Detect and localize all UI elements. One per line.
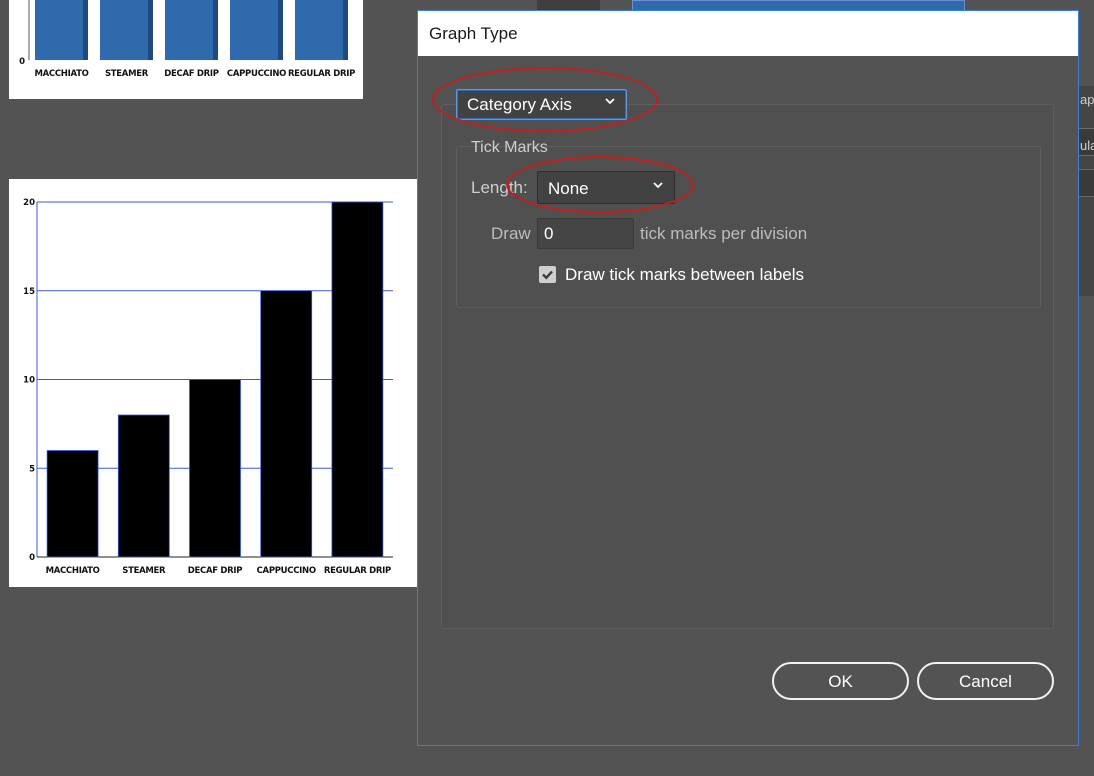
checkmark-icon [542,270,553,280]
draw-label: Draw [491,224,531,243]
panel-edge-text-1: ap [1080,92,1094,107]
annotation-ellipse-length [506,156,694,213]
dialog-title: Graph Type [429,24,518,43]
top-category-label: STEAMER [105,69,149,79]
background-tab [537,0,600,10]
x-category-label: REGULAR DRIP [324,566,391,576]
y-tick-label: 15 [23,287,35,297]
top-bar-shadow [343,0,348,60]
top-bar[interactable] [295,0,348,60]
y-tick-label: 0 [29,553,35,563]
bar[interactable] [189,379,241,558]
x-category-label: STEAMER [122,566,166,576]
top-bar-shadow [213,0,218,60]
x-category-label: MACCHIATO [46,566,100,576]
top-bar-shadow [278,0,283,60]
top-bar-chart: 0 MACCHIATO STEAMER DECAF DRIP CAPPUCCINO REG… [19,0,355,79]
top-category-label: DECAF DRIP [164,69,219,79]
top-bar[interactable] [35,0,88,60]
tick-marks-title: Tick Marks [471,139,548,156]
top-bar[interactable] [165,0,218,60]
draw-between-labels-checkbox[interactable] [539,266,556,283]
top-bar[interactable] [100,0,153,60]
top-bar-shadow [83,0,88,60]
per-division-label: tick marks per division [640,224,808,243]
draw-between-labels-label: Draw tick marks between labels [565,265,805,284]
bar[interactable] [260,290,313,558]
bar[interactable] [331,201,384,558]
panel-edge-text-2: ula [1080,138,1094,153]
x-category-label: CAPPUCCINO [257,566,316,576]
bar[interactable] [117,414,170,558]
y-tick-label: 5 [29,464,35,474]
ok-button[interactable]: OK [772,662,909,700]
top-bar[interactable] [230,0,283,60]
top-bar-shadow [148,0,153,60]
main-chart-artboard: 0 5 10 15 20 MACCHIATO STEAMER DECAF DRIP CAPPUC… [9,179,417,587]
tick-marks-count-input[interactable] [537,218,634,249]
annotation-ellipse-axis [432,67,658,132]
y-tick-label: 10 [23,376,35,386]
panel-edge-field-2 [1078,169,1094,197]
cancel-button[interactable]: Cancel [917,662,1054,700]
main-bar-chart: 0 5 10 15 20 MACCHIATO STEAMER DECAF DRIP CAPPUC… [23,198,393,576]
top-zero-label: 0 [19,57,25,67]
top-category-label: CAPPUCCINO [227,69,286,79]
x-category-label: DECAF DRIP [188,566,243,576]
dialog-titlebar[interactable]: Graph Type [418,11,1078,56]
y-tick-label: 20 [23,198,35,208]
top-category-label: REGULAR DRIP [288,69,355,79]
top-chart-artboard: 0 MACCHIATO STEAMER DECAF DRIP CAPPUCCINO REG… [9,0,363,99]
top-category-label: MACCHIATO [34,69,88,79]
bar[interactable] [46,450,99,558]
